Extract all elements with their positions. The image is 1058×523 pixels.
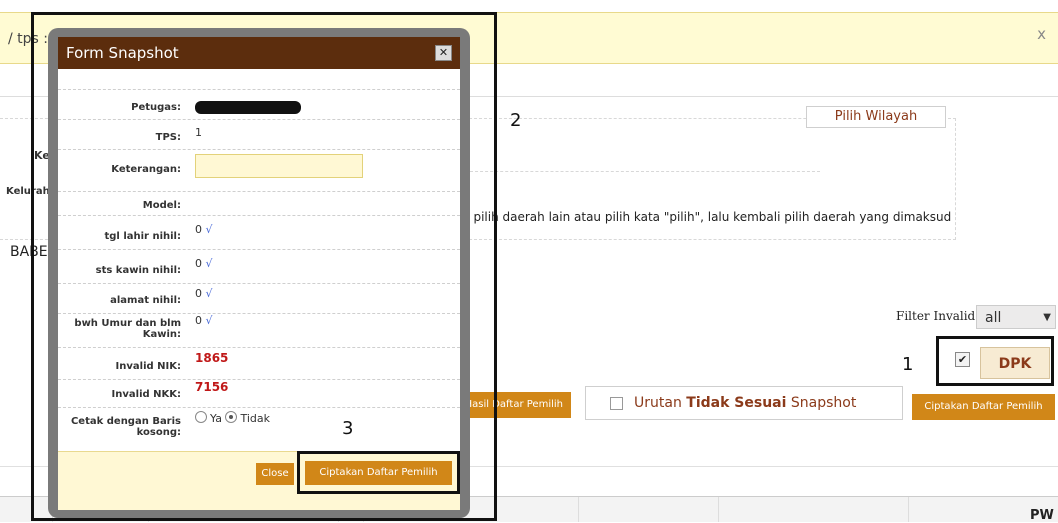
tgl-lahir-value: 0 √ (195, 223, 213, 236)
petugas-label: Petugas: (131, 102, 181, 113)
region-hint: h: pilih daerah lain atau pilih kata "pi… (458, 210, 952, 224)
bwh-umur-label: bwh Umur dan blm Kawin: (74, 318, 181, 340)
pilih-wilayah-button[interactable]: Pilih Wilayah (806, 106, 946, 128)
invalid-nkk-label: Invalid NKK: (111, 389, 181, 400)
urutan-checkbox[interactable] (610, 397, 623, 410)
field-row-petugas: Petugas: (58, 89, 460, 120)
tps-value: 1 (195, 126, 202, 139)
field-row-keterangan: Keterangan: (58, 149, 460, 192)
dpk-button[interactable]: DPK (980, 347, 1050, 379)
field-row-sts-kawin: sts kawin nihil: 0 √ (58, 249, 460, 284)
model-label: Model: (142, 200, 181, 211)
invalid-nik-label: Invalid NIK: (115, 361, 181, 372)
sts-kawin-value: 0 √ (195, 257, 213, 270)
filter-selected-value: all (985, 310, 1002, 326)
column-divider (908, 497, 909, 522)
invalid-nkk-value: 7156 (195, 380, 229, 394)
alamat-label: alamat nihil: (110, 295, 181, 306)
check-icon: √ (205, 257, 213, 270)
field-row-tgl-lahir: tgl lahir nihil: 0 √ (58, 215, 460, 250)
annotation-number: 1 (902, 354, 914, 375)
field-row-bwh-umur: bwh Umur dan blm Kawin: 0 √ (58, 313, 460, 348)
ciptakan-daftar-pemilih-button[interactable]: Ciptakan Daftar Pemilih (912, 394, 1055, 420)
filter-invalid-select[interactable]: all ▼ (976, 305, 1056, 329)
dialog-title-bar: Form Snapshot ✕ (58, 37, 460, 69)
form-snapshot-dialog: Form Snapshot ✕ Petugas: TPS: 1 Keterang… (58, 37, 460, 510)
urutan-snapshot-toggle[interactable]: Urutan Tidak Sesuai Snapshot (585, 386, 903, 420)
cetak-baris-label: Cetak dengan Baris kosong: (70, 416, 181, 438)
dialog-title: Form Snapshot (66, 44, 179, 62)
dpk-checkbox[interactable]: ✔ (955, 352, 970, 367)
close-button[interactable]: Close (256, 463, 294, 485)
keterangan-input[interactable] (195, 154, 363, 178)
divider (470, 171, 820, 173)
cetak-baris-radio-group: Ya Tidak (195, 411, 270, 425)
field-row-alamat: alamat nihil: 0 √ (58, 283, 460, 314)
chevron-down-icon: ▼ (1043, 312, 1051, 323)
check-icon: √ (205, 314, 213, 327)
field-row-model: Model: (58, 191, 460, 216)
petugas-value-redacted (195, 101, 301, 114)
field-row-tps: TPS: 1 (58, 119, 460, 150)
sts-kawin-label: sts kawin nihil: (95, 265, 181, 276)
bwh-umur-value: 0 √ (195, 314, 213, 327)
urutan-label: Urutan Tidak Sesuai Snapshot (634, 395, 857, 411)
dialog-ciptakan-daftar-pemilih-button[interactable]: Ciptakan Daftar Pemilih (305, 461, 452, 485)
close-icon[interactable]: ✕ (435, 45, 452, 61)
radio-ya[interactable]: Ya (195, 411, 222, 425)
annotation-number: 3 (342, 418, 354, 439)
column-divider (718, 497, 719, 522)
filter-invalid-label: Filter Invalid: (896, 309, 980, 323)
invalid-nik-value: 1865 (195, 351, 229, 365)
keterangan-label: Keterangan: (111, 164, 181, 175)
field-row-invalid-nkk: Invalid NKK: 7156 (58, 379, 460, 408)
field-row-invalid-nik: Invalid NIK: 1865 (58, 347, 460, 380)
tps-label: TPS: (155, 132, 181, 143)
alamat-value: 0 √ (195, 287, 213, 300)
check-icon: √ (205, 287, 213, 300)
column-divider (578, 497, 579, 522)
tgl-lahir-label: tgl lahir nihil: (104, 231, 181, 242)
close-notice-icon[interactable]: x (1037, 25, 1046, 43)
check-icon: √ (205, 223, 213, 236)
radio-tidak[interactable]: Tidak (225, 411, 270, 425)
annotation-number: 2 (510, 110, 522, 131)
field-row-cetak-baris: Cetak dengan Baris kosong: Ya Tidak (58, 407, 460, 452)
